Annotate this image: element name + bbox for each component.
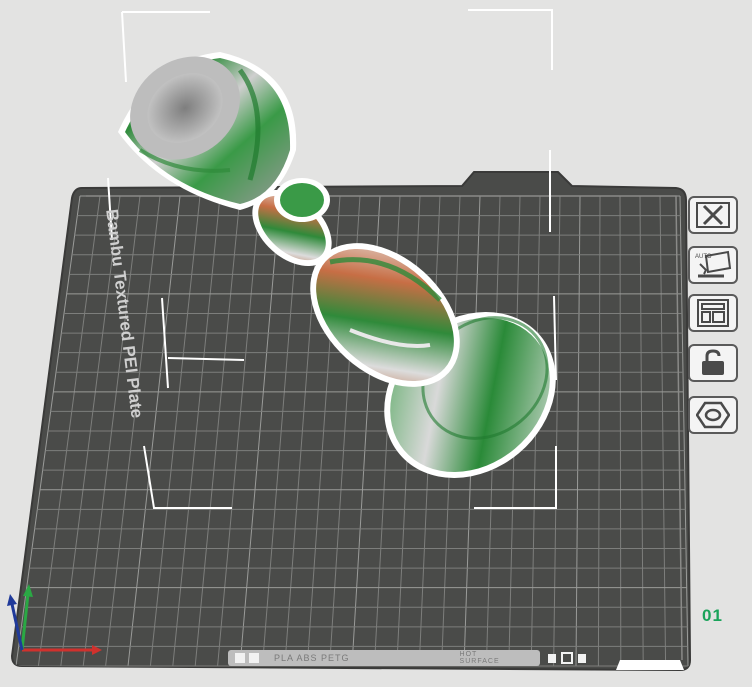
lock-icon <box>702 349 724 375</box>
x-icon <box>696 202 730 228</box>
plate-settings-button[interactable] <box>688 396 738 434</box>
close-plate-button[interactable] <box>688 196 738 234</box>
3d-viewport[interactable]: Bambu Textured PEI Plate PLA ABS PETG HO… <box>0 0 752 682</box>
bin-icons <box>546 652 590 666</box>
lock-button[interactable] <box>688 344 738 382</box>
filament-compat-icons <box>234 652 264 664</box>
plate-bottom-bar: PLA ABS PETG HOT SURFACE <box>228 650 586 666</box>
plate-number: 01 <box>702 606 723 625</box>
hexagon-nut-icon <box>696 401 730 429</box>
filament-types-text: PLA ABS PETG <box>274 653 350 663</box>
auto-orient-icon: AUTO <box>695 250 732 278</box>
arrange-button[interactable] <box>688 294 738 332</box>
auto-orient-button[interactable]: AUTO <box>688 246 738 284</box>
plate-corner-tab <box>616 660 684 670</box>
arrange-layout-icon <box>697 299 729 327</box>
hot-surface-text: HOT SURFACE <box>459 651 500 665</box>
